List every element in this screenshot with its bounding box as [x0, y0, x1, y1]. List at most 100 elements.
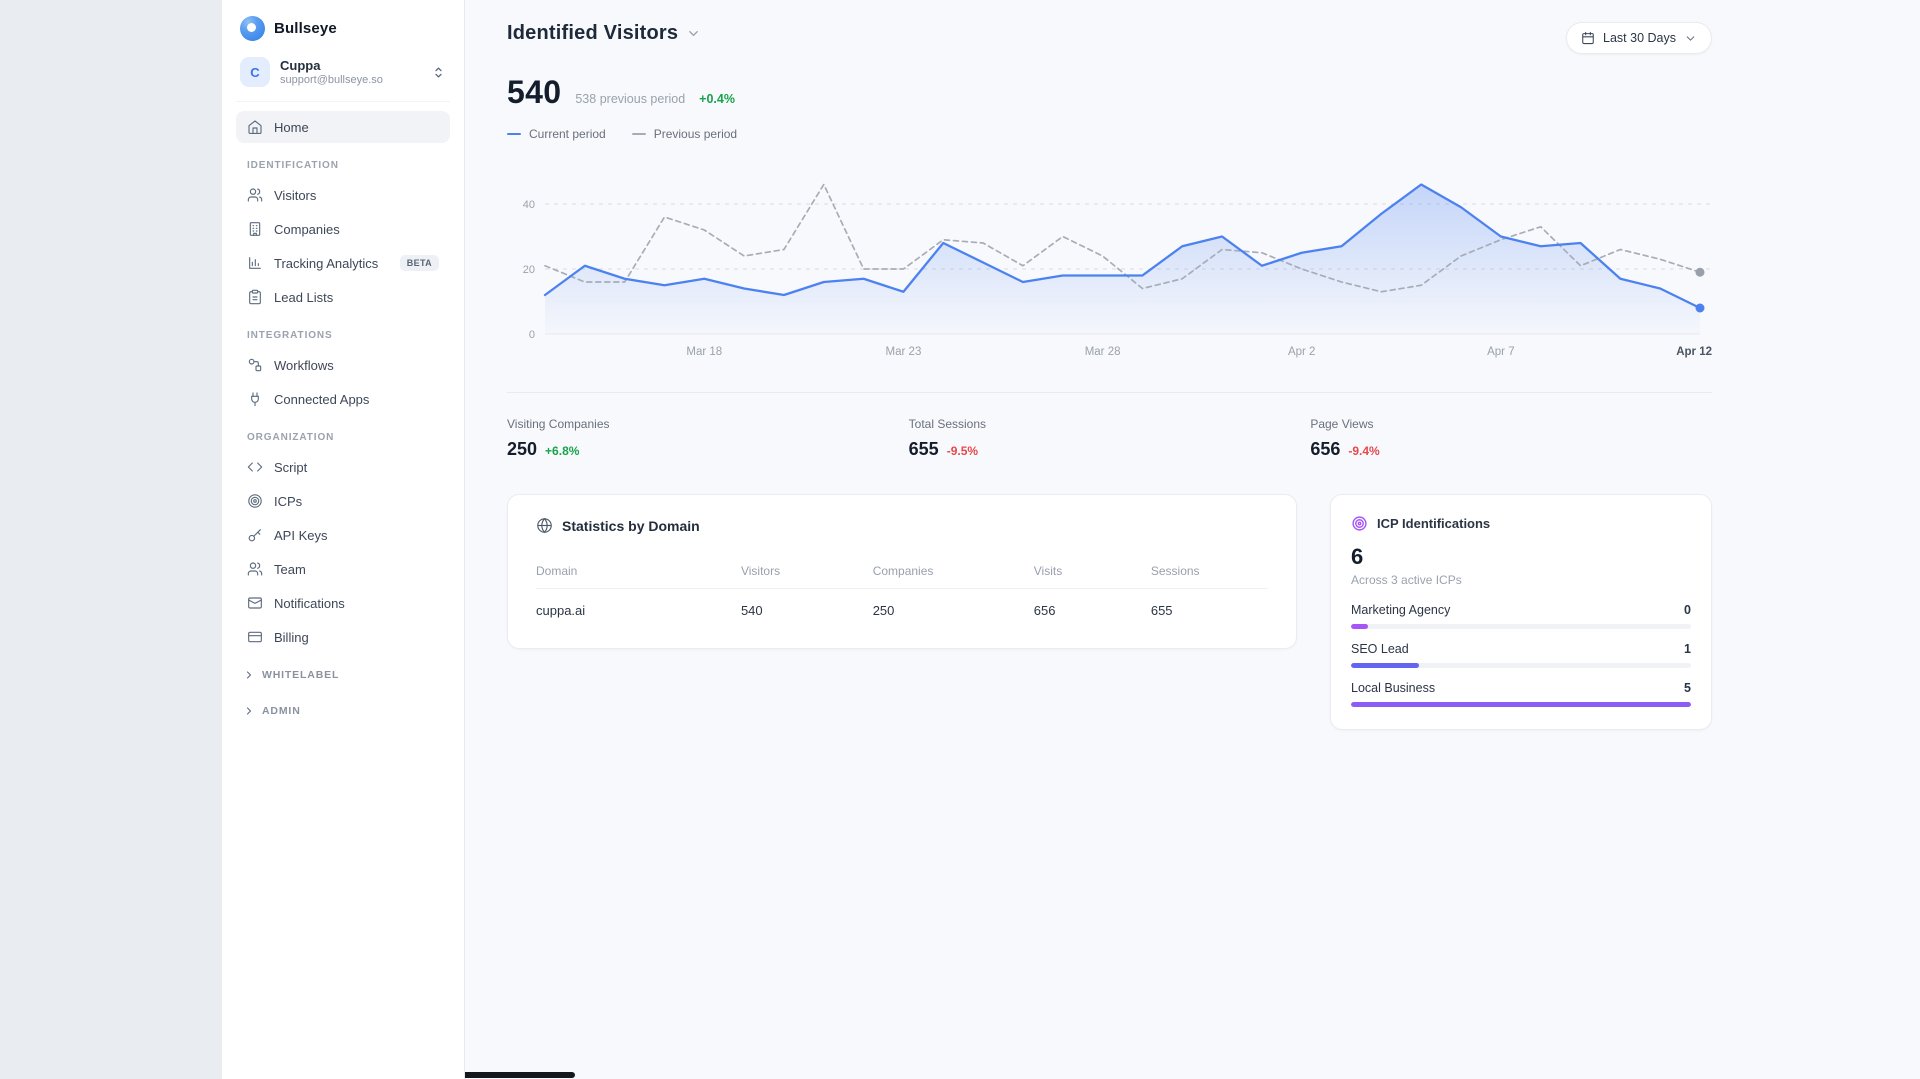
credit-card-icon [247, 629, 263, 645]
summary-change: +0.4% [699, 92, 735, 106]
horizontal-scrollbar-thumb[interactable] [465, 1072, 575, 1078]
stat-value: 250 [507, 439, 537, 460]
column-header-domain: Domain [536, 558, 741, 589]
stat-total-sessions: Total Sessions 655 -9.5% [909, 417, 1311, 460]
table-cell: 656 [1034, 589, 1151, 625]
target-icon [1351, 515, 1368, 532]
icp-item-label: Local Business [1351, 681, 1435, 695]
users-icon [247, 561, 263, 577]
stats-row: Visiting Companies 250 +6.8% Total Sessi… [507, 393, 1712, 494]
page-title-dropdown[interactable]: Identified Visitors [507, 22, 701, 45]
chevron-right-icon [243, 669, 255, 681]
sidebar-item-script[interactable]: Script [236, 451, 450, 483]
svg-text:Mar 18: Mar 18 [686, 346, 722, 358]
bullseye-logo-icon [240, 16, 265, 41]
globe-icon [536, 517, 553, 534]
beta-badge: BETA [400, 255, 439, 271]
sidebar-section-organization: ORGANIZATION [236, 416, 450, 450]
sidebar-item-label: ICPs [274, 494, 439, 509]
code-icon [247, 459, 263, 475]
sidebar-item-label: Home [274, 120, 439, 135]
svg-text:Apr 2: Apr 2 [1288, 346, 1316, 358]
summary-previous: 538 previous period [575, 92, 685, 106]
chevron-right-icon [243, 705, 255, 717]
icp-item-label: SEO Lead [1351, 642, 1409, 656]
avatar: C [240, 57, 270, 87]
icp-progress-track [1351, 663, 1691, 668]
legend-previous-period: Previous period [632, 127, 737, 141]
sidebar-item-label: Tracking Analytics [274, 256, 389, 271]
icp-item: Marketing Agency0 [1351, 603, 1691, 629]
sidebar-item-label: Billing [274, 630, 439, 645]
sidebar-item-visitors[interactable]: Visitors [236, 179, 450, 211]
sidebar-item-label: Team [274, 562, 439, 577]
svg-text:40: 40 [523, 199, 535, 211]
sidebar-item-label: Connected Apps [274, 392, 439, 407]
icp-list: Marketing Agency0 SEO Lead 1 Local Business… [1351, 603, 1691, 707]
icp-progress-fill [1351, 663, 1419, 668]
stat-page-views: Page Views 656 -9.4% [1310, 417, 1712, 460]
sidebar-item-icps[interactable]: ICPs [236, 485, 450, 517]
main-content: Identified Visitors Last 30 Days 540 538… [465, 0, 1920, 1079]
sidebar-item-api-keys[interactable]: API Keys [236, 519, 450, 551]
legend-swatch-current [507, 133, 521, 135]
svg-text:Apr 12: Apr 12 [1676, 346, 1712, 358]
visitors-chart-svg: 02040Mar 18Mar 23Mar 28Apr 2Apr 7Apr 12 [507, 159, 1712, 361]
stat-change: -9.4% [1348, 444, 1379, 458]
sidebar-item-label: Script [274, 460, 439, 475]
card-title: Statistics by Domain [562, 518, 700, 534]
sidebar-item-label: Workflows [274, 358, 439, 373]
icp-progress-track [1351, 702, 1691, 707]
chevrons-up-down-icon [431, 65, 446, 80]
sidebar-group-label: WHITELABEL [262, 669, 339, 681]
chart-legend: Current period Previous period [507, 127, 1712, 141]
sidebar-section-integrations: INTEGRATIONS [236, 314, 450, 348]
bar-chart-icon [247, 255, 263, 271]
sidebar-item-label: Visitors [274, 188, 439, 203]
icp-total: 6 [1351, 544, 1691, 570]
date-range-button[interactable]: Last 30 Days [1566, 22, 1712, 54]
icp-progress-fill [1351, 702, 1691, 707]
sidebar-group-admin[interactable]: ADMIN [236, 696, 450, 726]
table-row[interactable]: cuppa.ai540250656655 [536, 589, 1268, 625]
summary-value: 540 [507, 74, 561, 111]
statistics-by-domain-card: Statistics by Domain Domain Visitors Com… [507, 494, 1297, 649]
sidebar-item-companies[interactable]: Companies [236, 213, 450, 245]
sidebar-item-lead-lists[interactable]: Lead Lists [236, 281, 450, 313]
sidebar-item-label: Notifications [274, 596, 439, 611]
column-header-visitors: Visitors [741, 558, 873, 589]
svg-text:0: 0 [529, 329, 535, 341]
sidebar-item-workflows[interactable]: Workflows [236, 349, 450, 381]
sidebar-item-team[interactable]: Team [236, 553, 450, 585]
sidebar: Bullseye C Cuppa support@bullseye.so Hom… [222, 0, 465, 1079]
brand[interactable]: Bullseye [236, 12, 450, 51]
column-header-companies: Companies [873, 558, 1034, 589]
sidebar-item-notifications[interactable]: Notifications [236, 587, 450, 619]
stat-value: 655 [909, 439, 939, 460]
sidebar-group-whitelabel[interactable]: WHITELABEL [236, 660, 450, 690]
column-header-visits: Visits [1034, 558, 1151, 589]
current-period-end-dot [1696, 304, 1705, 313]
sidebar-item-home[interactable]: Home [236, 111, 450, 143]
building-icon [247, 221, 263, 237]
date-range-label: Last 30 Days [1603, 31, 1676, 45]
workspace-switcher[interactable]: C Cuppa support@bullseye.so [236, 51, 450, 102]
previous-period-end-dot [1696, 268, 1705, 277]
icp-item-value: 1 [1684, 642, 1691, 656]
icp-item-value: 0 [1684, 603, 1691, 617]
stat-visiting-companies: Visiting Companies 250 +6.8% [507, 417, 909, 460]
sidebar-item-tracking-analytics[interactable]: Tracking Analytics BETA [236, 247, 450, 279]
table-cell: 655 [1151, 589, 1268, 625]
legend-swatch-previous [632, 133, 646, 135]
page-title: Identified Visitors [507, 22, 678, 45]
svg-text:Apr 7: Apr 7 [1487, 346, 1515, 358]
table-cell: cuppa.ai [536, 589, 741, 625]
visitors-chart[interactable]: 02040Mar 18Mar 23Mar 28Apr 2Apr 7Apr 12 [507, 159, 1712, 366]
page-left-gutter [0, 0, 222, 1079]
sidebar-item-billing[interactable]: Billing [236, 621, 450, 653]
stat-value: 656 [1310, 439, 1340, 460]
users-icon [247, 187, 263, 203]
sidebar-item-connected-apps[interactable]: Connected Apps [236, 383, 450, 415]
column-header-sessions: Sessions [1151, 558, 1268, 589]
sidebar-item-label: Lead Lists [274, 290, 439, 305]
